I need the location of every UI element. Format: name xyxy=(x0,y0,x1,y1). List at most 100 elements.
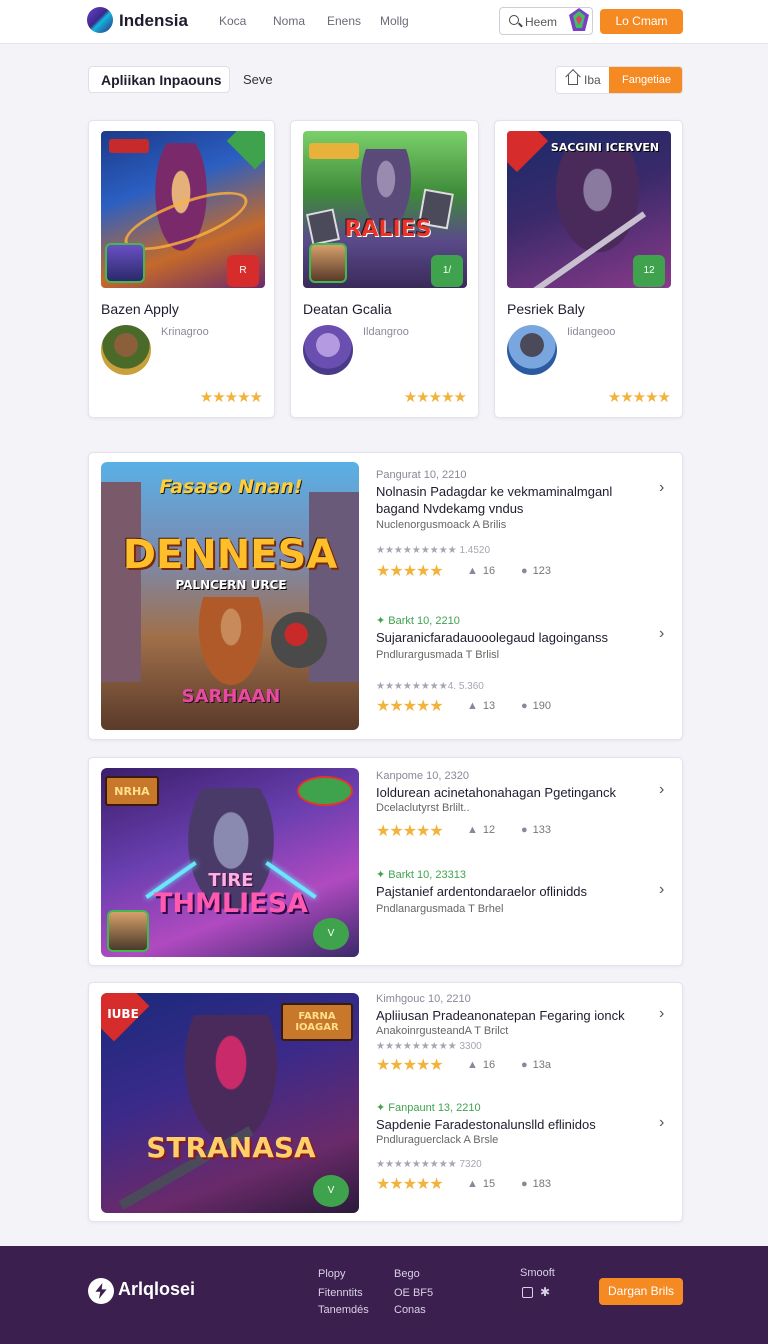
art-badge: NRHA xyxy=(105,776,159,806)
entry-meta: ✦ Barkt 10, 2210 xyxy=(376,615,460,627)
view-toggle: Iba Fangetiae xyxy=(555,66,683,94)
views-stat: ● 13a xyxy=(521,1059,551,1071)
likes-count: 16 xyxy=(482,1059,496,1071)
featured-image[interactable]: NRHA TIRE THMLIESA V xyxy=(101,768,359,957)
entry-title[interactable]: Apliiusan Pradeanonatepan Fegaring ionck xyxy=(376,1007,644,1024)
rating-summary: ★★★★★★★★★ 1.4520 xyxy=(376,545,491,556)
nav-item-4[interactable]: Mollg xyxy=(380,14,409,28)
label-tag xyxy=(309,143,359,159)
entry-title[interactable]: Ioldurean acinetahonahagan Pgetinganck xyxy=(376,784,644,801)
rating-summary: ★★★★★★★★★ 3300 xyxy=(376,1041,482,1052)
entry-title[interactable]: Sujaranicfaradauooolegaud lagoinganss xyxy=(376,629,644,646)
nav-item-2[interactable]: Noma xyxy=(273,14,305,28)
game-card-image[interactable]: SACGINI ICERVEN 12 xyxy=(507,131,671,288)
game-card-2[interactable]: RALIES 1/ Deatan Gcalia Ildangroo ★★★★★ xyxy=(290,120,479,418)
login-button[interactable]: Lo Cmam xyxy=(600,9,683,34)
game-card-3[interactable]: SACGINI ICERVEN 12 Pesriek Baly Iidangeo… xyxy=(494,120,683,418)
likes-stat: ▲ 15 xyxy=(467,1178,495,1190)
chevron-right-icon[interactable]: › xyxy=(659,1114,664,1132)
entry-subtitle: AnakoinrgusteandA T Brilct xyxy=(376,1025,509,1037)
copy-icon[interactable] xyxy=(522,1287,533,1298)
featured-image[interactable]: Fasaso Nnan! DENNESA PALNCERN URCE SARHA… xyxy=(101,462,359,730)
thumb-up-icon: ▲ xyxy=(467,1059,478,1071)
star-rating: ★★★★★ xyxy=(376,698,444,715)
game-tagline-text: Fasaso Nnan! xyxy=(159,476,303,498)
tab-applications[interactable]: Apliikan Inpaouns xyxy=(88,66,230,93)
star-rating: ★★★★★ xyxy=(403,389,467,406)
likes-count: 15 xyxy=(482,1178,496,1190)
card-subtitle: Iidangeoo xyxy=(567,326,616,338)
footer-cta-button[interactable]: Dargan Brils xyxy=(599,1278,683,1305)
footer-link[interactable]: Fitenntits xyxy=(318,1287,363,1299)
likes-stat: ▲ 12 xyxy=(467,824,495,836)
chevron-right-icon[interactable]: › xyxy=(659,881,664,899)
chevron-right-icon[interactable]: › xyxy=(659,625,664,643)
author-avatar xyxy=(507,325,557,375)
likes-count: 13 xyxy=(482,700,496,712)
shield xyxy=(271,612,327,668)
thumb-up-icon: ▲ xyxy=(467,700,478,712)
entry-subtitle: Pndlanargusmada T Brhel xyxy=(376,903,504,915)
footer-logo-icon[interactable] xyxy=(88,1278,114,1304)
footer-link[interactable]: Tanemdés xyxy=(318,1304,369,1316)
likes-stat: ▲ 16 xyxy=(467,565,495,577)
entry-title[interactable]: Sapdenie Faradestonalunslld eflinidos xyxy=(376,1116,644,1133)
footer-link[interactable]: Bego xyxy=(394,1268,420,1280)
game-card-1[interactable]: R Bazen Apply Krinagroo ★★★★★ xyxy=(88,120,275,418)
gear-icon[interactable]: ✱ xyxy=(540,1285,550,1299)
entry-title[interactable]: Pajstanief ardentondaraelor oflinidds xyxy=(376,883,644,900)
views-count: 190 xyxy=(532,700,552,712)
person-icon: ● xyxy=(521,1059,528,1071)
star-rating: ★★★★★ xyxy=(376,1057,444,1074)
search-placeholder: Heem xyxy=(525,15,558,29)
star-rating: ★★★★★ xyxy=(199,389,263,406)
footer-social-title: Smooft xyxy=(520,1267,555,1279)
footer-link[interactable]: Conas xyxy=(394,1304,426,1316)
person-icon: ● xyxy=(521,700,528,712)
footer-link[interactable]: OE BF5 xyxy=(394,1287,433,1299)
game-subtitle-text: PALNCERN URCE xyxy=(175,578,287,592)
art-emblem xyxy=(297,776,353,806)
game-logo-text: THMLIESA xyxy=(154,888,308,919)
star-rating: ★★★★★ xyxy=(376,1176,444,1193)
entry-title[interactable]: Nolnasin Padagdar ke vekmaminalmganl bag… xyxy=(376,483,644,517)
favorites-toggle[interactable]: Fangetiae xyxy=(609,67,682,93)
entry-meta-text: Barkt 10, 2210 xyxy=(388,615,460,627)
game-card-image[interactable]: RALIES 1/ xyxy=(303,131,467,288)
views-stat: ● 190 xyxy=(521,700,551,712)
nav-item-1[interactable]: Koca xyxy=(219,14,246,28)
footer: Arlqlosei Plopy Fitenntits Tanemdés Bego… xyxy=(0,1246,768,1344)
rating-summary: ★★★★★★★★4. 5.360 xyxy=(376,681,484,692)
top-header: Indensia Koca Noma Enens Mollg Heem Lo C… xyxy=(0,0,768,44)
chevron-right-icon[interactable]: › xyxy=(659,479,664,497)
home-toggle[interactable]: Iba xyxy=(556,67,609,93)
footer-link[interactable]: Plopy xyxy=(318,1268,346,1280)
nav-item-3[interactable]: Enens xyxy=(327,14,361,28)
entry-subtitle: Nuclenorgusmoack A Brilis xyxy=(376,519,507,531)
gem-icon[interactable] xyxy=(567,7,591,35)
label-tag xyxy=(109,139,149,153)
badge-icon: R xyxy=(227,255,259,287)
card-title: Pesriek Baly xyxy=(507,301,585,317)
thumb-avatar xyxy=(309,243,347,283)
chevron-right-icon[interactable]: › xyxy=(659,1005,664,1023)
tab-applications-label: Apliikan Inpaouns xyxy=(101,72,222,88)
game-logo-text: RALIES xyxy=(344,217,432,242)
game-logo-text: DENNESA xyxy=(122,532,338,578)
thumb-up-icon: ▲ xyxy=(467,824,478,836)
featured-list-card-2: NRHA TIRE THMLIESA V Kanpome 10, 2320 Io… xyxy=(88,757,683,966)
star-rating: ★★★★★ xyxy=(376,823,444,840)
featured-list-card-1: Fasaso Nnan! DENNESA PALNCERN URCE SARHA… xyxy=(88,452,683,740)
featured-list-card-3: IUBE FARNA IOAGAR STRANASA V Kimhgouc 10… xyxy=(88,982,683,1222)
logo-icon[interactable] xyxy=(87,7,113,33)
game-card-image[interactable]: R xyxy=(101,131,265,288)
entry-meta-text: Fanpaunt 13, 2210 xyxy=(388,1102,481,1114)
logo-text[interactable]: Indensia xyxy=(119,11,188,31)
save-link[interactable]: Seve xyxy=(243,72,273,87)
featured-image[interactable]: IUBE FARNA IOAGAR STRANASA V xyxy=(101,993,359,1213)
thumb-avatar xyxy=(105,243,145,283)
home-toggle-label: Iba xyxy=(584,73,601,87)
chevron-right-icon[interactable]: › xyxy=(659,781,664,799)
footer-logo-text[interactable]: Arlqlosei xyxy=(118,1279,195,1300)
views-count: 183 xyxy=(532,1178,552,1190)
